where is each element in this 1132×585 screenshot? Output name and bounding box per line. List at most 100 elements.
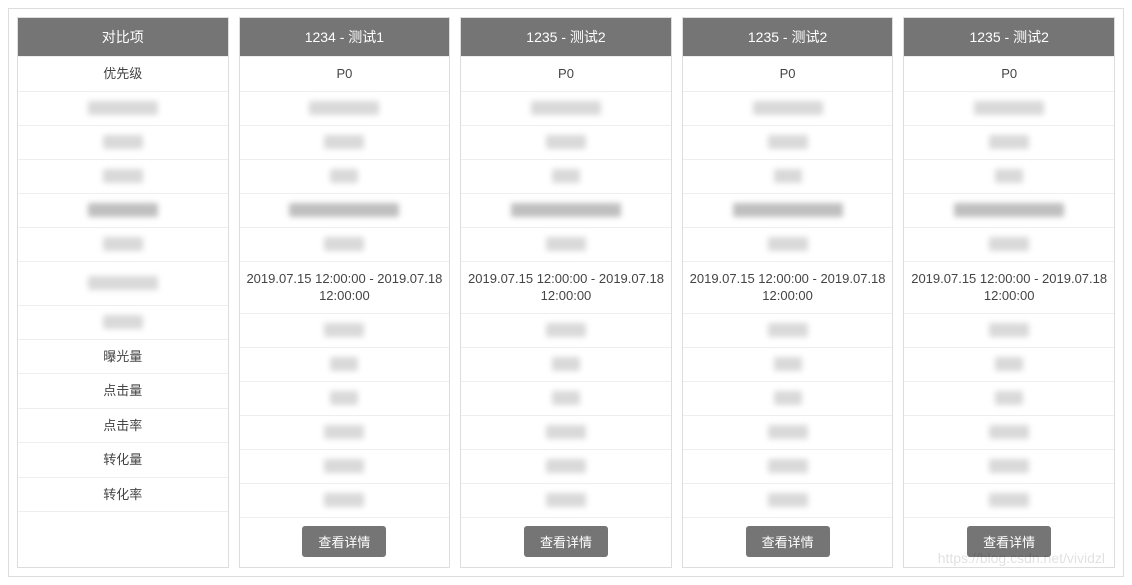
cell-priority: P0: [683, 56, 893, 91]
cell: [461, 125, 671, 159]
row-label-conversions: 转化量: [18, 442, 228, 477]
cell: [240, 483, 450, 517]
redacted-text: [989, 459, 1029, 473]
row-label: [18, 305, 228, 339]
cell: [683, 91, 893, 125]
redacted-text: [768, 459, 808, 473]
redacted-text: [324, 323, 364, 337]
cell: [461, 91, 671, 125]
redacted-text: [546, 237, 586, 251]
redacted-text: [552, 357, 580, 371]
cell: [240, 193, 450, 227]
cell: [461, 415, 671, 449]
cell: [240, 381, 450, 415]
label-column: 对比项 优先级 曝光量 点击量 点击率 转化量 转化率: [17, 17, 229, 568]
cell: [461, 313, 671, 347]
redacted-text: [774, 169, 802, 183]
view-details-button[interactable]: 查看详情: [746, 526, 830, 557]
redacted-text: [989, 493, 1029, 507]
cell: [904, 193, 1114, 227]
row-label: [18, 193, 228, 227]
redacted-text: [531, 101, 601, 115]
redacted-text: [546, 323, 586, 337]
redacted-text: [103, 169, 143, 183]
redacted-text: [995, 357, 1023, 371]
redacted-text: [989, 237, 1029, 251]
cell: [904, 313, 1114, 347]
data-column-header: 1234 - 测试1: [240, 18, 450, 56]
redacted-text: [103, 315, 143, 329]
redacted-text: [768, 237, 808, 251]
cell: [683, 347, 893, 381]
redacted-text: [324, 237, 364, 251]
row-label-exposure: 曝光量: [18, 339, 228, 374]
redacted-text: [768, 323, 808, 337]
view-details-button[interactable]: 查看详情: [302, 526, 386, 557]
data-column-header: 1235 - 测试2: [683, 18, 893, 56]
row-label-ctr: 点击率: [18, 408, 228, 443]
redacted-text: [511, 203, 621, 217]
redacted-text: [768, 425, 808, 439]
comparison-table: 对比项 优先级 曝光量 点击量 点击率 转化量 转化率 1234 - 测试1 P…: [8, 8, 1124, 577]
row-label-priority: 优先级: [18, 56, 228, 91]
redacted-text: [989, 425, 1029, 439]
cell-date-range: 2019.07.15 12:00:00 - 2019.07.18 12:00:0…: [240, 261, 450, 313]
data-column-header: 1235 - 测试2: [461, 18, 671, 56]
redacted-text: [974, 101, 1044, 115]
cell: [904, 347, 1114, 381]
cell-priority: P0: [461, 56, 671, 91]
cell: [904, 483, 1114, 517]
redacted-text: [774, 391, 802, 405]
row-label: [18, 159, 228, 193]
cell: [904, 159, 1114, 193]
redacted-text: [330, 357, 358, 371]
redacted-text: [324, 135, 364, 149]
row-label-clicks: 点击量: [18, 373, 228, 408]
redacted-text: [733, 203, 843, 217]
redacted-text: [546, 493, 586, 507]
cell: [683, 125, 893, 159]
data-column-header: 1235 - 测试2: [904, 18, 1114, 56]
column-footer: 查看详情: [461, 517, 671, 567]
column-footer: 查看详情: [240, 517, 450, 567]
redacted-text: [774, 357, 802, 371]
redacted-text: [88, 203, 158, 217]
redacted-text: [546, 425, 586, 439]
redacted-text: [995, 391, 1023, 405]
column-footer: 查看详情: [904, 517, 1114, 567]
redacted-text: [88, 101, 158, 115]
column-footer: 查看详情: [683, 517, 893, 567]
cell: [683, 449, 893, 483]
cell: [461, 227, 671, 261]
cell: [461, 159, 671, 193]
redacted-text: [753, 101, 823, 115]
redacted-text: [989, 135, 1029, 149]
cell: [240, 227, 450, 261]
cell-priority: P0: [240, 56, 450, 91]
redacted-text: [954, 203, 1064, 217]
cell-priority: P0: [904, 56, 1114, 91]
row-label: [18, 227, 228, 261]
redacted-text: [330, 169, 358, 183]
cell: [461, 483, 671, 517]
redacted-text: [552, 169, 580, 183]
cell: [683, 193, 893, 227]
cell: [461, 193, 671, 227]
view-details-button[interactable]: 查看详情: [967, 526, 1051, 557]
cell: [904, 91, 1114, 125]
label-footer: [18, 511, 228, 530]
cell-date-range: 2019.07.15 12:00:00 - 2019.07.18 12:00:0…: [683, 261, 893, 313]
data-column-4: 1235 - 测试2 P0 2019.07.15 12:00:00 - 2019…: [903, 17, 1115, 568]
cell: [240, 91, 450, 125]
redacted-text: [546, 459, 586, 473]
redacted-text: [103, 237, 143, 251]
cell: [683, 159, 893, 193]
view-details-button[interactable]: 查看详情: [524, 526, 608, 557]
cell: [904, 227, 1114, 261]
cell: [240, 449, 450, 483]
data-column-3: 1235 - 测试2 P0 2019.07.15 12:00:00 - 2019…: [682, 17, 894, 568]
redacted-text: [103, 135, 143, 149]
cell: [461, 449, 671, 483]
redacted-text: [324, 425, 364, 439]
cell: [240, 159, 450, 193]
